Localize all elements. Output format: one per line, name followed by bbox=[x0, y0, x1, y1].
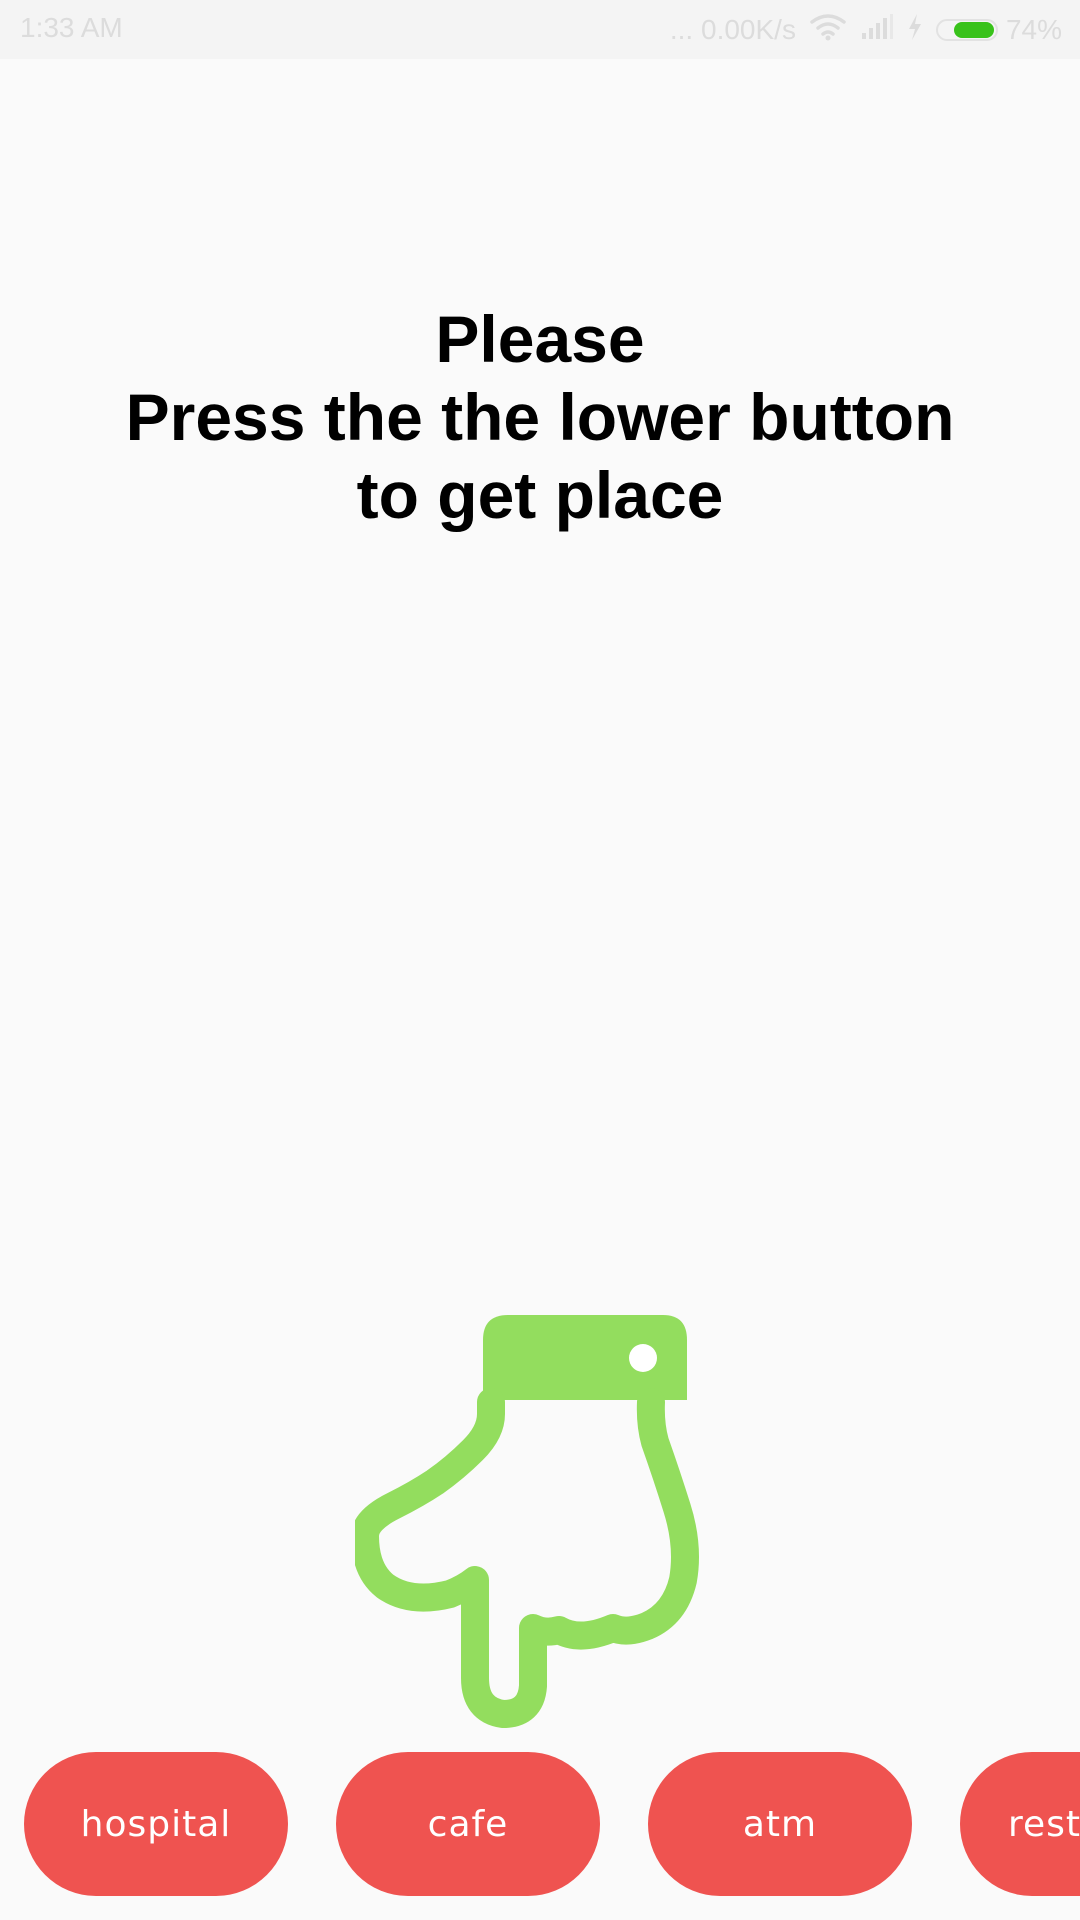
restaurant-button[interactable]: resta bbox=[960, 1752, 1080, 1896]
signal-icon bbox=[860, 13, 894, 48]
instruction-line-1: Please bbox=[435, 302, 645, 376]
wifi-icon bbox=[808, 12, 848, 49]
battery-indicator: 74% bbox=[935, 14, 1062, 46]
app-screen: 1:33 AM ... 0.00K/s 74% Please Press the… bbox=[0, 0, 1080, 1920]
instruction-line-2: Press the the lower button bbox=[125, 380, 955, 454]
status-time: 1:33 AM bbox=[20, 12, 123, 43]
status-icons: ... 0.00K/s 74% bbox=[670, 8, 1062, 52]
cafe-button[interactable]: cafe bbox=[336, 1752, 600, 1896]
battery-icon bbox=[935, 19, 998, 41]
network-speed: ... 0.00K/s bbox=[669, 14, 796, 45]
battery-percent: 74% bbox=[1005, 14, 1062, 45]
charging-icon bbox=[906, 12, 924, 49]
pointing-down-hand-icon bbox=[351, 1310, 725, 1740]
status-bar: 1:33 AM ... 0.00K/s 74% bbox=[0, 0, 1080, 59]
battery-level-fill bbox=[953, 22, 994, 38]
instruction-line-3: to get place bbox=[356, 458, 724, 532]
hospital-button[interactable]: hospital bbox=[24, 1752, 288, 1896]
place-buttons-row: hospital cafe atm resta bbox=[0, 1752, 1080, 1896]
instruction-text: Please Press the the lower button to get… bbox=[0, 300, 1080, 534]
atm-button[interactable]: atm bbox=[648, 1752, 912, 1896]
